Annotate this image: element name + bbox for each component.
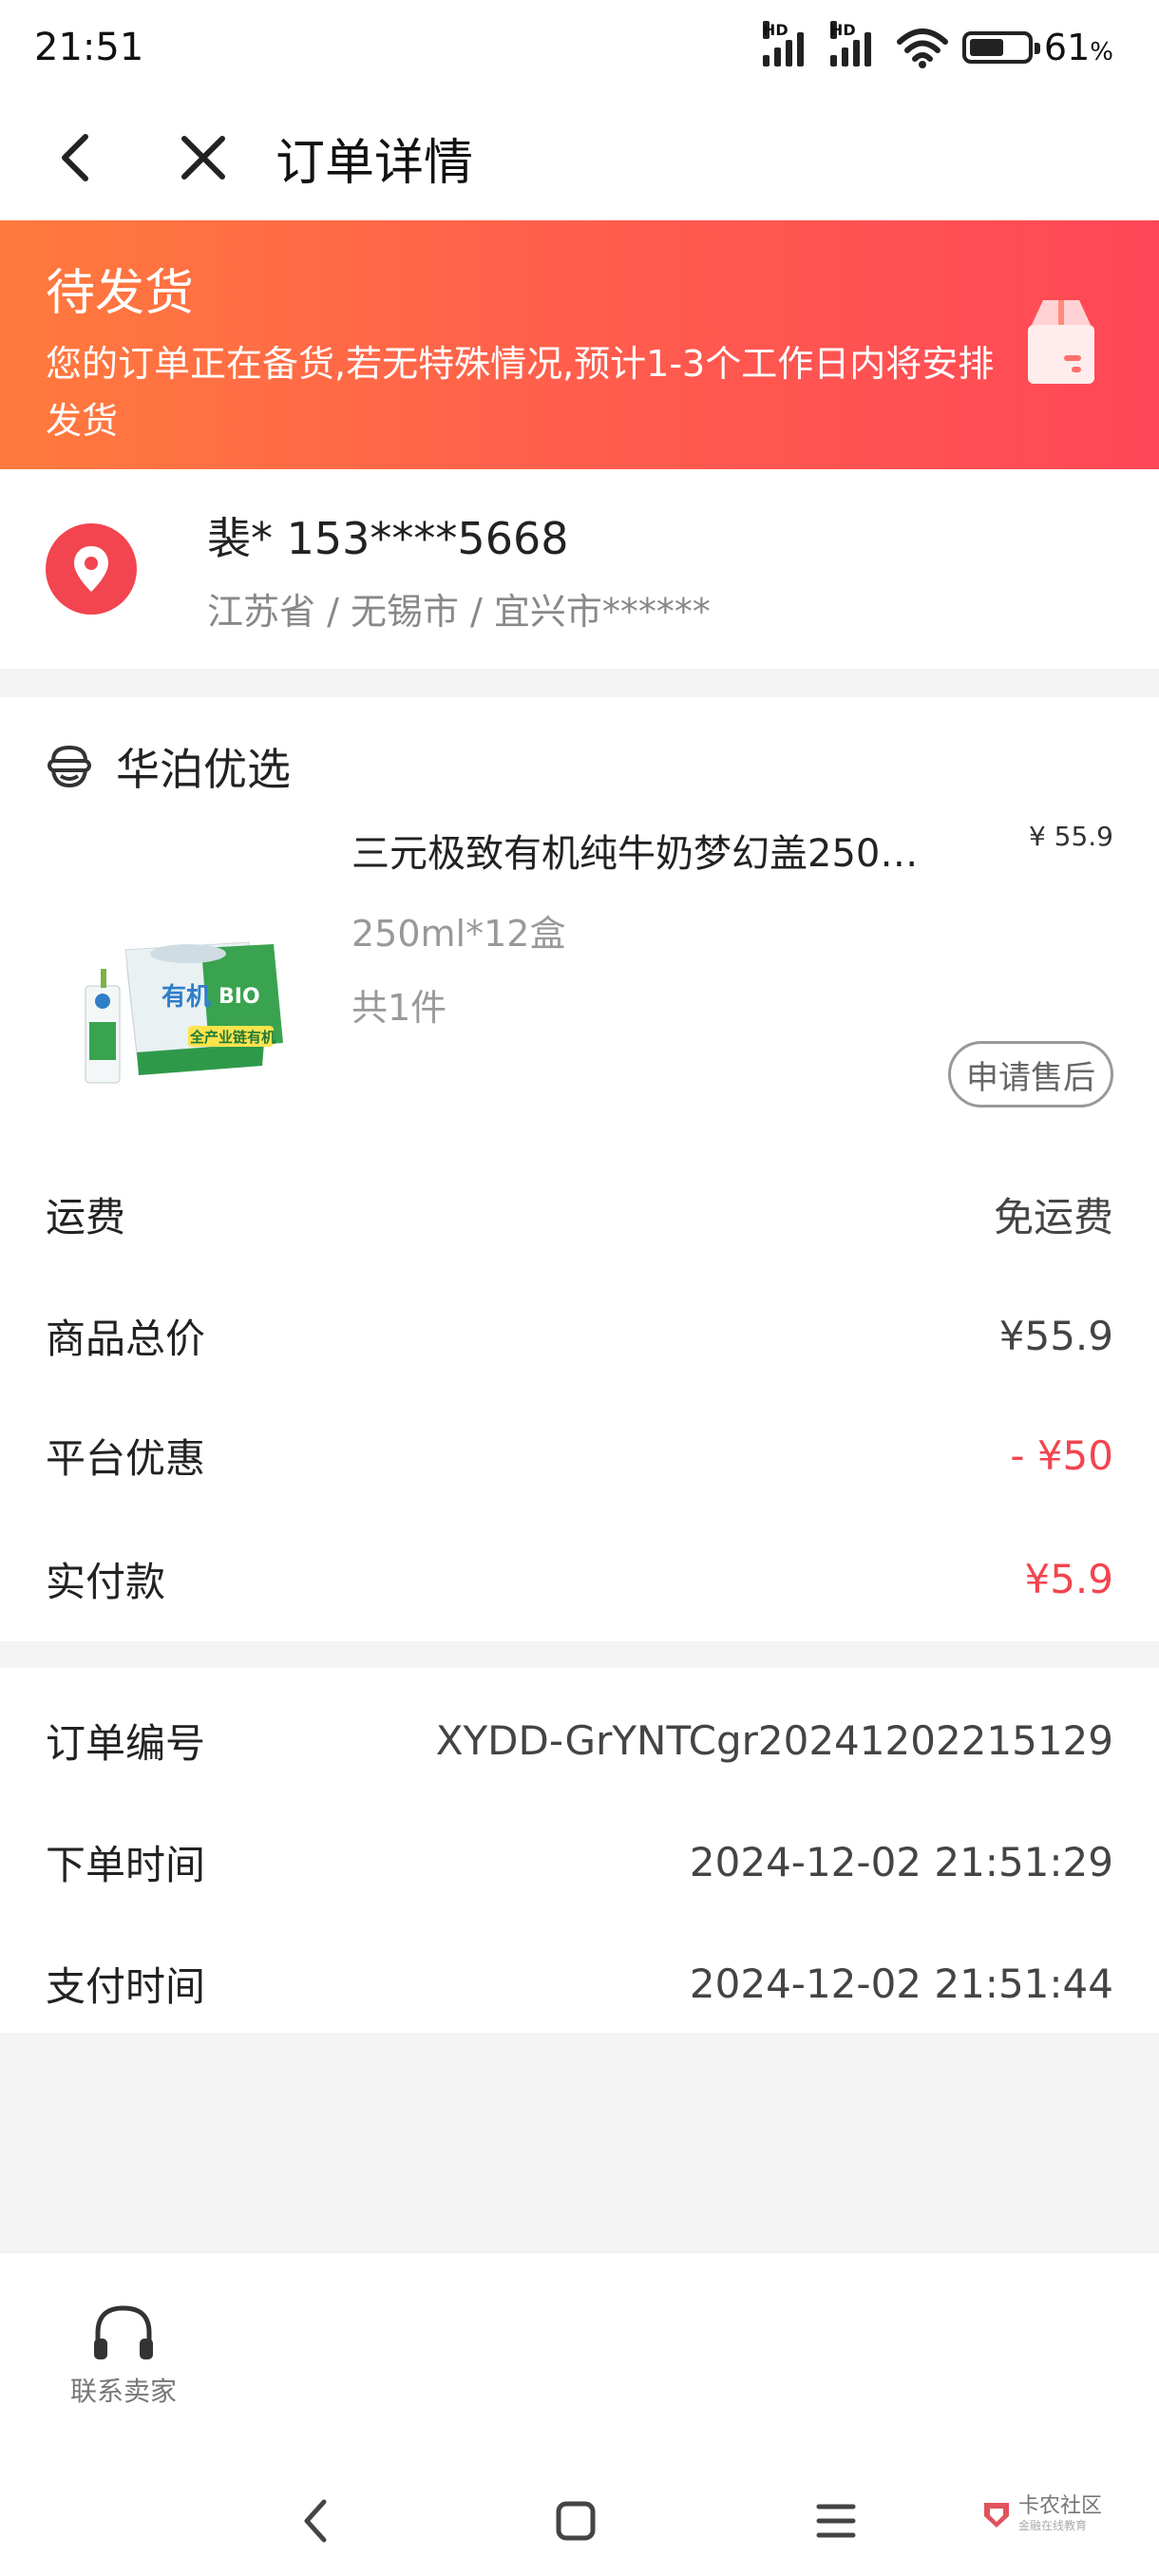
close-icon <box>181 136 225 180</box>
nav-bar: 订单详情 <box>0 95 1159 220</box>
page-title: 订单详情 <box>276 134 474 192</box>
close-button[interactable] <box>169 123 238 192</box>
headset-icon <box>94 2305 153 2359</box>
system-menu-icon <box>816 2504 856 2538</box>
battery-indicator: 61% <box>961 27 1113 68</box>
status-bar: 21:51 HD HD 61% <box>0 0 1159 95</box>
address-details: 裴* 153****5668 江苏省 / 无锡市 / 宜兴市****** <box>207 504 711 635</box>
product-quantity: 共1件 <box>352 987 447 1029</box>
shop-name: 华泊优选 <box>116 744 291 795</box>
info-label: 下单时间 <box>46 1842 206 1888</box>
contact-seller-button[interactable]: 联系卖家 <box>66 2302 180 2409</box>
recipient-name-phone: 裴* 153****5668 <box>207 512 569 564</box>
wifi-icon <box>896 28 948 68</box>
bottom-bar: 联系卖家 卡农社区 金融在线教育 <box>0 2251 1159 2576</box>
signal-icon-2: HD <box>829 21 871 66</box>
watermark-logo-icon <box>983 2502 1009 2528</box>
shop-icon <box>48 745 91 788</box>
fee-value: - ¥50 <box>1010 1432 1113 1479</box>
product-title[interactable]: 三元极致有机纯牛奶梦幻盖250… <box>352 823 960 878</box>
status-icons: HD HD 61% <box>762 21 1113 68</box>
fee-row-paid: 实付款 ¥5.9 <box>46 1550 1113 1608</box>
svg-text:有机: 有机 <box>162 983 211 1012</box>
fee-label: 实付款 <box>46 1559 166 1605</box>
info-row-order-number: 订单编号 XYDD-GrYNTCgr20241202215129 <box>46 1712 1113 1770</box>
system-back-icon <box>304 2499 327 2543</box>
back-button[interactable] <box>42 123 110 192</box>
signal-icon-1: HD <box>762 21 804 66</box>
package-icon <box>1028 300 1094 384</box>
back-arrow-icon <box>62 134 88 181</box>
system-home-button[interactable] <box>538 2483 614 2559</box>
contact-seller-label: 联系卖家 <box>69 2376 177 2407</box>
watermark: 卡农社区 金融在线教育 <box>980 2496 1102 2533</box>
system-back-button[interactable] <box>277 2483 353 2559</box>
status-time: 21:51 <box>34 26 144 69</box>
svg-text:全产业链有机: 全产业链有机 <box>189 1029 276 1046</box>
info-value: 2024-12-02 21:51:29 <box>689 1839 1113 1885</box>
svg-text:BIO: BIO <box>218 985 260 1009</box>
info-value[interactable]: XYDD-GrYNTCgr20241202215129 <box>436 1717 1113 1764</box>
fee-label: 运费 <box>46 1194 126 1241</box>
fee-value: ¥55.9 <box>998 1313 1113 1359</box>
info-row-pay-time: 支付时间 2024-12-02 21:51:44 <box>46 1955 1113 2013</box>
info-label: 支付时间 <box>46 1963 206 2010</box>
shipping-address[interactable]: 裴* 153****5668 江苏省 / 无锡市 / 宜兴市****** <box>0 469 1159 669</box>
fee-row-subtotal: 商品总价 ¥55.9 <box>46 1307 1113 1365</box>
system-menu-button[interactable] <box>798 2483 874 2559</box>
after-sale-button[interactable]: 申请售后 <box>948 1041 1113 1108</box>
product-image[interactable]: 有机 BIO 全产业链有机 <box>46 862 314 1130</box>
address-line: 江苏省 / 无锡市 / 宜兴市****** <box>207 590 711 633</box>
location-pin-icon <box>46 523 137 615</box>
watermark-text: 卡农社区 <box>1017 2494 1102 2518</box>
order-status-banner: 待发货 您的订单正在备货,若无特殊情况,预计1-3个工作日内将安排发货 <box>0 220 1159 469</box>
status-title: 待发货 <box>46 265 195 322</box>
product-spec: 250ml*12盒 <box>352 913 566 955</box>
shop-header[interactable]: 华泊优选 <box>46 735 291 798</box>
order-info-card: 订单编号 XYDD-GrYNTCgr20241202215129 下单时间 20… <box>0 1668 1159 2033</box>
fee-row-discount: 平台优惠 - ¥50 <box>46 1427 1113 1485</box>
fee-value: ¥5.9 <box>1024 1556 1113 1602</box>
status-description: 您的订单正在备货,若无特殊情况,预计1-3个工作日内将安排发货 <box>46 343 995 442</box>
fee-label: 商品总价 <box>46 1316 206 1362</box>
fee-value: 免运费 <box>993 1194 1113 1241</box>
info-row-order-time: 下单时间 2024-12-02 21:51:29 <box>46 1833 1113 1891</box>
fee-row-shipping: 运费 免运费 <box>46 1185 1113 1243</box>
order-items-card: 华泊优选 有机 BIO 全产业链有机 三元极致有机纯牛奶梦幻盖250… ¥ 55… <box>0 697 1159 1641</box>
info-label: 订单编号 <box>46 1720 206 1767</box>
watermark-subtext: 金融在线教育 <box>1017 2519 1087 2532</box>
battery-icon <box>961 31 1040 64</box>
product-price: ¥ 55.9 <box>1028 821 1113 852</box>
system-home-icon <box>556 2501 596 2541</box>
info-value: 2024-12-02 21:51:44 <box>689 1960 1113 2007</box>
fee-label: 平台优惠 <box>46 1435 206 1482</box>
